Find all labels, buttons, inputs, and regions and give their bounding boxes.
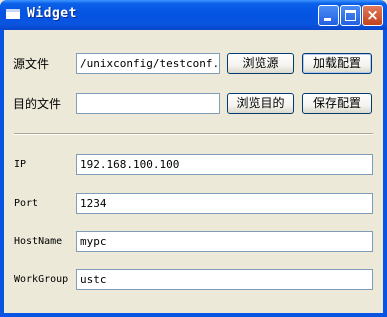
port-label: Port: [14, 198, 39, 209]
target-file-label: 目的文件: [13, 97, 62, 111]
close-button[interactable]: ×: [362, 5, 383, 26]
close-icon: ×: [366, 6, 379, 24]
ip-label: IP: [14, 159, 27, 170]
minimize-button[interactable]: [318, 5, 339, 26]
window-title: Widget: [27, 6, 77, 21]
browse-source-button[interactable]: 浏览源: [227, 53, 294, 74]
application-window: Widget × 源文件 /unixconfig/testconf.txt 浏览…: [0, 0, 387, 317]
window-icon: [6, 9, 20, 19]
browse-target-button[interactable]: 浏览目的: [227, 93, 294, 114]
source-file-input[interactable]: /unixconfig/testconf.txt: [76, 53, 220, 74]
target-file-input[interactable]: [76, 93, 220, 114]
workgroup-input[interactable]: ustc: [76, 269, 373, 290]
hostname-label: HostName: [14, 236, 63, 247]
ip-input[interactable]: 192.168.100.100: [76, 154, 373, 175]
workgroup-label: WorkGroup: [14, 274, 69, 285]
source-file-label: 源文件: [13, 57, 50, 71]
load-config-button[interactable]: 加载配置: [302, 53, 372, 74]
minimize-icon: [324, 18, 331, 21]
separator-line: [14, 133, 373, 135]
port-input[interactable]: 1234: [76, 193, 373, 214]
client-area: 源文件 /unixconfig/testconf.txt 浏览源 加载配置 目的…: [4, 30, 383, 313]
title-bar[interactable]: Widget ×: [0, 0, 387, 30]
hostname-input[interactable]: mypc: [76, 231, 373, 252]
maximize-icon: [345, 10, 356, 21]
maximize-button[interactable]: [340, 5, 361, 26]
save-config-button[interactable]: 保存配置: [302, 93, 372, 114]
